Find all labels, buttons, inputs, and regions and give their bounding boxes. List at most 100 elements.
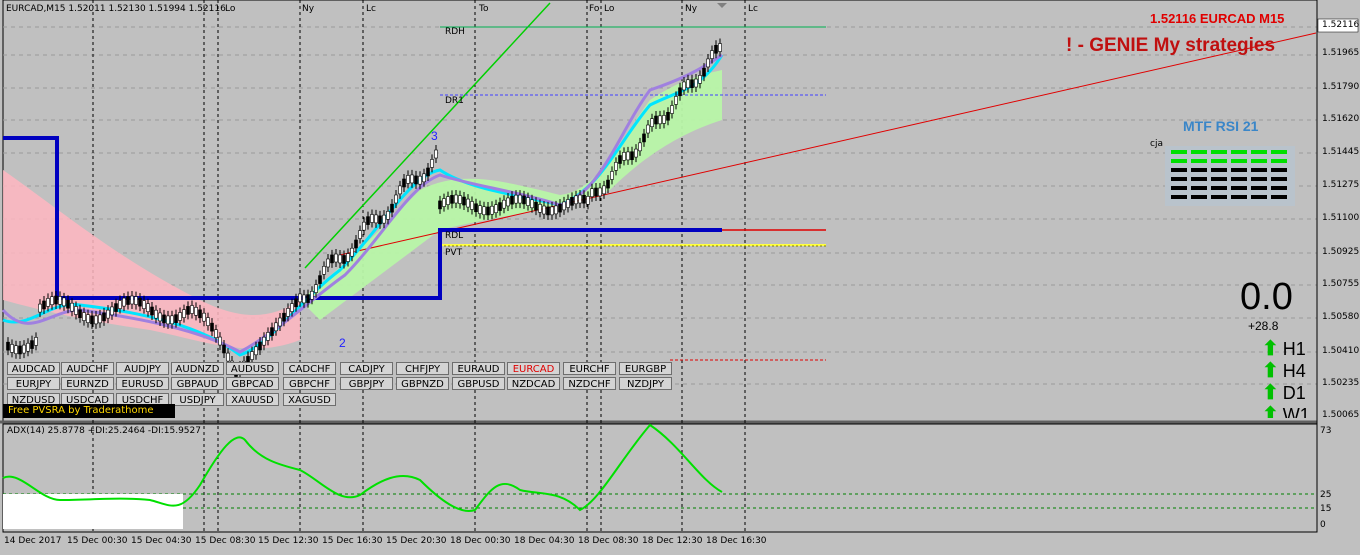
candle-body xyxy=(66,299,70,309)
candle-body xyxy=(606,179,610,189)
candle-body xyxy=(174,314,178,323)
candle-body xyxy=(266,332,270,341)
pair-button-eurnzd[interactable]: EURNZD xyxy=(61,377,114,390)
pair-button-nzdjpy[interactable]: NZDJPY xyxy=(619,377,672,390)
candle-body xyxy=(198,309,202,319)
pair-button-audcad[interactable]: AUDCAD xyxy=(7,362,60,375)
pair-button-eurcad[interactable]: EURCAD xyxy=(507,362,560,375)
candle-body xyxy=(62,297,66,307)
candle-body xyxy=(366,216,370,225)
rsi-cell xyxy=(1191,168,1207,172)
main-plot-area[interactable] xyxy=(2,0,1318,422)
rsi-cell xyxy=(1211,177,1227,181)
candle-body xyxy=(186,306,190,315)
candle-body xyxy=(146,303,150,312)
candle-body xyxy=(58,296,62,305)
strategy-title: ! - GENIE My strategies xyxy=(1066,35,1276,56)
pair-button-xagusd[interactable]: XAGUSD xyxy=(283,393,336,406)
pair-button-eurgbp[interactable]: EURGBP xyxy=(619,362,672,375)
up-arrow-icon: ⬆ xyxy=(1262,404,1279,418)
time-tick: 15 Dec 16:30 xyxy=(322,536,383,546)
pair-button-cadchf[interactable]: CADCHF xyxy=(283,362,336,375)
time-tick: 15 Dec 20:30 xyxy=(386,536,447,546)
candle-body xyxy=(126,296,130,305)
session-label: Lc xyxy=(748,4,758,14)
price-tick: 1.51275 xyxy=(1322,180,1360,190)
pair-button-euraud[interactable]: EURAUD xyxy=(452,362,505,375)
candle-body xyxy=(482,206,486,216)
candle-body xyxy=(130,295,134,305)
candle-body xyxy=(706,58,710,68)
pair-button-eurjpy[interactable]: EURJPY xyxy=(7,377,60,390)
pair-button-audchf[interactable]: AUDCHF xyxy=(61,362,114,375)
rsi-cell xyxy=(1191,177,1207,181)
wave-label-2: 2 xyxy=(339,336,346,350)
candle-body xyxy=(22,344,26,354)
pair-button-gbpchf[interactable]: GBPCHF xyxy=(283,377,336,390)
candle-body xyxy=(278,317,282,327)
wave-label-3: 3 xyxy=(431,129,438,143)
pair-button-gbpusd[interactable]: GBPUSD xyxy=(452,377,505,390)
candle-body xyxy=(502,199,506,209)
candle-body xyxy=(702,67,706,77)
rsi-cell xyxy=(1251,177,1267,181)
time-tick: 15 Dec 00:30 xyxy=(67,536,128,546)
pair-button-audnzd[interactable]: AUDNZD xyxy=(171,362,224,375)
candle-body xyxy=(534,201,538,211)
price-tick: 1.50235 xyxy=(1322,378,1360,388)
candle-body xyxy=(358,230,362,239)
adx-label: ADX(14) 25.8778 +DI:25.2464 -DI:15.9527 xyxy=(7,426,201,436)
pair-button-xauusd[interactable]: XAUUSD xyxy=(226,393,279,406)
pair-button-cadjpy[interactable]: CADJPY xyxy=(340,362,393,375)
pair-button-eurusd[interactable]: EURUSD xyxy=(116,377,169,390)
candle-body xyxy=(694,78,698,88)
price-tick: 1.51790 xyxy=(1322,82,1360,92)
candle-body xyxy=(566,199,570,208)
candle-body xyxy=(658,115,662,125)
rsi-cell xyxy=(1231,177,1247,181)
candle-body xyxy=(206,317,210,326)
pair-button-audjpy[interactable]: AUDJPY xyxy=(116,362,169,375)
pair-button-eurchf[interactable]: EURCHF xyxy=(563,362,616,375)
rsi-cell xyxy=(1171,168,1187,172)
candle-body xyxy=(490,205,494,215)
candle-body xyxy=(670,105,674,114)
candle-body xyxy=(666,111,670,121)
candle-body xyxy=(190,305,194,314)
adx-scale: 73 xyxy=(1320,426,1332,436)
session-label: Lo xyxy=(225,4,236,14)
candle-body xyxy=(110,306,114,316)
candle-body xyxy=(594,187,598,197)
candle-body xyxy=(642,133,646,143)
pair-button-nzdchf[interactable]: NZDCHF xyxy=(563,377,616,390)
rsi-cell xyxy=(1251,186,1267,190)
candle-body xyxy=(250,351,254,360)
candle-body xyxy=(474,203,478,213)
pair-button-usdjpy[interactable]: USDJPY xyxy=(171,393,224,406)
rsi-cell xyxy=(1171,159,1187,163)
up-arrow-icon: ⬆ xyxy=(1262,338,1279,360)
rsi-grid xyxy=(1165,146,1295,206)
pair-button-gbpjpy[interactable]: GBPJPY xyxy=(340,377,393,390)
pair-button-gbpaud[interactable]: GBPAUD xyxy=(171,377,224,390)
candle-body xyxy=(270,327,274,336)
candle-body xyxy=(494,204,498,214)
rsi-cell xyxy=(1171,177,1187,181)
pair-button-audusd[interactable]: AUDUSD xyxy=(226,362,279,375)
adx-plot-area[interactable] xyxy=(2,423,1318,533)
pair-button-chfjpy[interactable]: CHFJPY xyxy=(396,362,449,375)
rsi-cell xyxy=(1271,159,1287,163)
candle-body xyxy=(654,115,658,125)
candle-body xyxy=(466,198,470,208)
candle-body xyxy=(570,197,574,206)
pair-button-gbpnzd[interactable]: GBPNZD xyxy=(396,377,449,390)
candle-body xyxy=(158,312,162,322)
pair-button-gbpcad[interactable]: GBPCAD xyxy=(226,377,279,390)
candle-body xyxy=(46,298,50,307)
candle-body xyxy=(682,81,686,91)
candle-body xyxy=(90,315,94,325)
candle-body xyxy=(650,118,654,128)
pair-button-nzdcad[interactable]: NZDCAD xyxy=(507,377,560,390)
price-chart[interactable] xyxy=(0,0,1360,555)
candle-body xyxy=(646,124,650,134)
